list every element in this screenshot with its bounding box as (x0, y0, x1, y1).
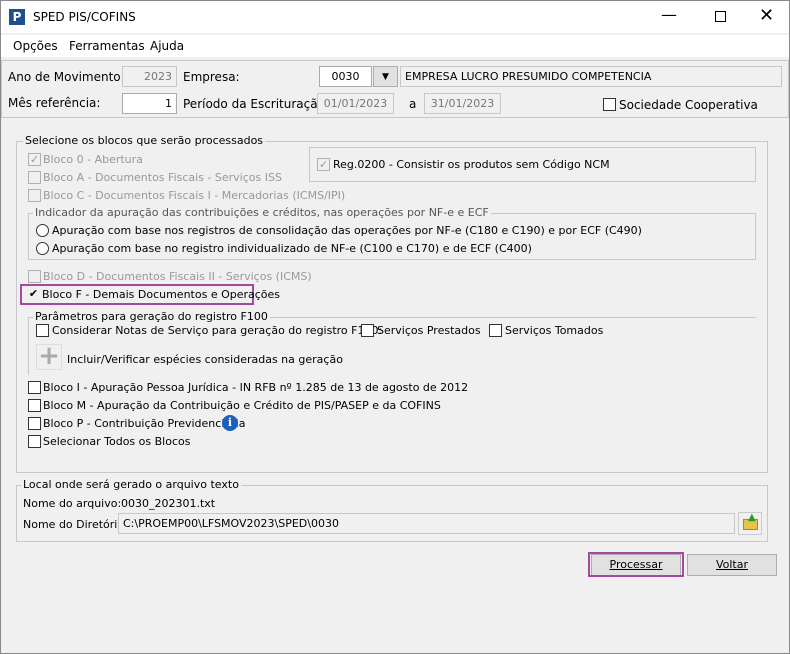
considerar-checkbox[interactable] (36, 324, 49, 337)
diretorio-label: Nome do Diretório: (23, 518, 128, 531)
empresa-name-field: EMPRESA LUCRO PRESUMIDO COMPETENCIA (400, 66, 782, 87)
todos-checkbox[interactable] (28, 435, 41, 448)
info-icon[interactable]: i (222, 415, 238, 431)
cooperativa-checkbox[interactable] (603, 98, 616, 111)
empresa-code-input[interactable]: 0030 (319, 66, 372, 87)
tomados-checkbox[interactable] (489, 324, 502, 337)
nome-arquivo-label: Nome do arquivo: (23, 497, 122, 510)
indicador-title: Indicador da apuração das contribuições … (33, 206, 491, 219)
ano-field: 2023 (122, 66, 177, 87)
reg0200-label: Reg.0200 - Consistir os produtos sem Cód… (333, 158, 610, 171)
arquivo-title: Local onde será gerado o arquivo texto (21, 478, 241, 491)
processar-highlight (588, 552, 684, 577)
empresa-label: Empresa: (183, 70, 240, 84)
title-bar: P SPED PIS/COFINS — ✕ (1, 1, 789, 33)
blocoI-label: Bloco I - Apuração Pessoa Jurídica - IN … (43, 381, 469, 394)
menu-ajuda[interactable]: Ajuda (150, 39, 184, 53)
prestados-label: Serviços Prestados (377, 324, 481, 337)
todos-label: Selecionar Todos os Blocos (43, 435, 191, 448)
blocoI-checkbox[interactable] (28, 381, 41, 394)
periodo-sep: a (409, 97, 417, 111)
blocoF-checkbox[interactable]: ✔ (27, 288, 40, 301)
blocoP-checkbox[interactable] (28, 417, 41, 430)
radio-consolidacao[interactable] (36, 224, 49, 237)
blocos-title: Selecione os blocos que serão processado… (23, 134, 266, 147)
blocoC-label: Bloco C - Documentos Fiscais I - Mercado… (43, 189, 346, 202)
mes-label: Mês referência: (8, 96, 101, 110)
voltar-button[interactable]: Voltar (687, 554, 777, 576)
menu-bar: Opções Ferramentas Ajuda (1, 35, 789, 57)
considerar-label: Considerar Notas de Serviço para geração… (52, 324, 383, 337)
blocoM-label: Bloco M - Apuração da Contribuição e Cré… (43, 399, 441, 412)
blocoA-label: Bloco A - Documentos Fiscais - Serviços … (43, 171, 282, 184)
main-window: P SPED PIS/COFINS — ✕ Opções Ferramentas… (0, 0, 790, 654)
bloco0-checkbox: ✓ (28, 153, 41, 166)
window-title: SPED PIS/COFINS (33, 10, 136, 24)
blocoC-checkbox (28, 189, 41, 202)
minimize-icon[interactable]: — (661, 5, 677, 24)
reg0200-checkbox: ✓ (317, 158, 330, 171)
bloco0-label: Bloco 0 - Abertura (43, 153, 143, 166)
radio-individualizado[interactable] (36, 242, 49, 255)
blocoF-label: Bloco F - Demais Documentos e Operações (42, 288, 281, 301)
menu-opcoes[interactable]: Opções (13, 39, 58, 53)
diretorio-field[interactable]: C:\PROEMP00\LFSMOV2023\SPED\0030 (118, 513, 735, 534)
tomados-label: Serviços Tomados (505, 324, 604, 337)
maximize-icon[interactable] (715, 11, 726, 22)
blocoD-label: Bloco D - Documentos Fiscais II - Serviç… (43, 270, 312, 283)
cooperativa-label: Sociedade Cooperativa (619, 98, 758, 112)
blocoA-checkbox (28, 171, 41, 184)
radio-consolidacao-label: Apuração com base nos registros de conso… (52, 224, 642, 237)
periodo-ate-field: 31/01/2023 (424, 93, 501, 114)
arrow-icon: ▲ (748, 512, 756, 523)
close-icon[interactable]: ✕ (759, 5, 774, 26)
incluir-label: Incluir/Verificar espécies consideradas … (67, 353, 343, 366)
blocoP-label: Bloco P - Contribuição Previdenciária (43, 417, 246, 430)
blocoD-checkbox (28, 270, 41, 283)
incluir-plus-button[interactable]: + (36, 343, 62, 370)
mes-input[interactable]: 1 (122, 93, 177, 114)
f100-title: Parâmetros para geração do registro F100 (33, 310, 270, 323)
folder-open-button[interactable]: ▲ (738, 512, 762, 535)
app-icon: P (9, 9, 25, 25)
periodo-label: Período da Escrituração: (183, 97, 329, 111)
radio-individualizado-label: Apuração com base no registro individual… (52, 242, 532, 255)
periodo-de-field: 01/01/2023 (317, 93, 394, 114)
empresa-dropdown-button[interactable]: ▼ (373, 66, 398, 87)
nome-arquivo-value: 0030_202301.txt (121, 497, 216, 510)
ano-label: Ano de Movimento: (8, 70, 125, 84)
prestados-checkbox[interactable] (361, 324, 374, 337)
blocoM-checkbox[interactable] (28, 399, 41, 412)
menu-ferramentas[interactable]: Ferramentas (69, 39, 145, 53)
